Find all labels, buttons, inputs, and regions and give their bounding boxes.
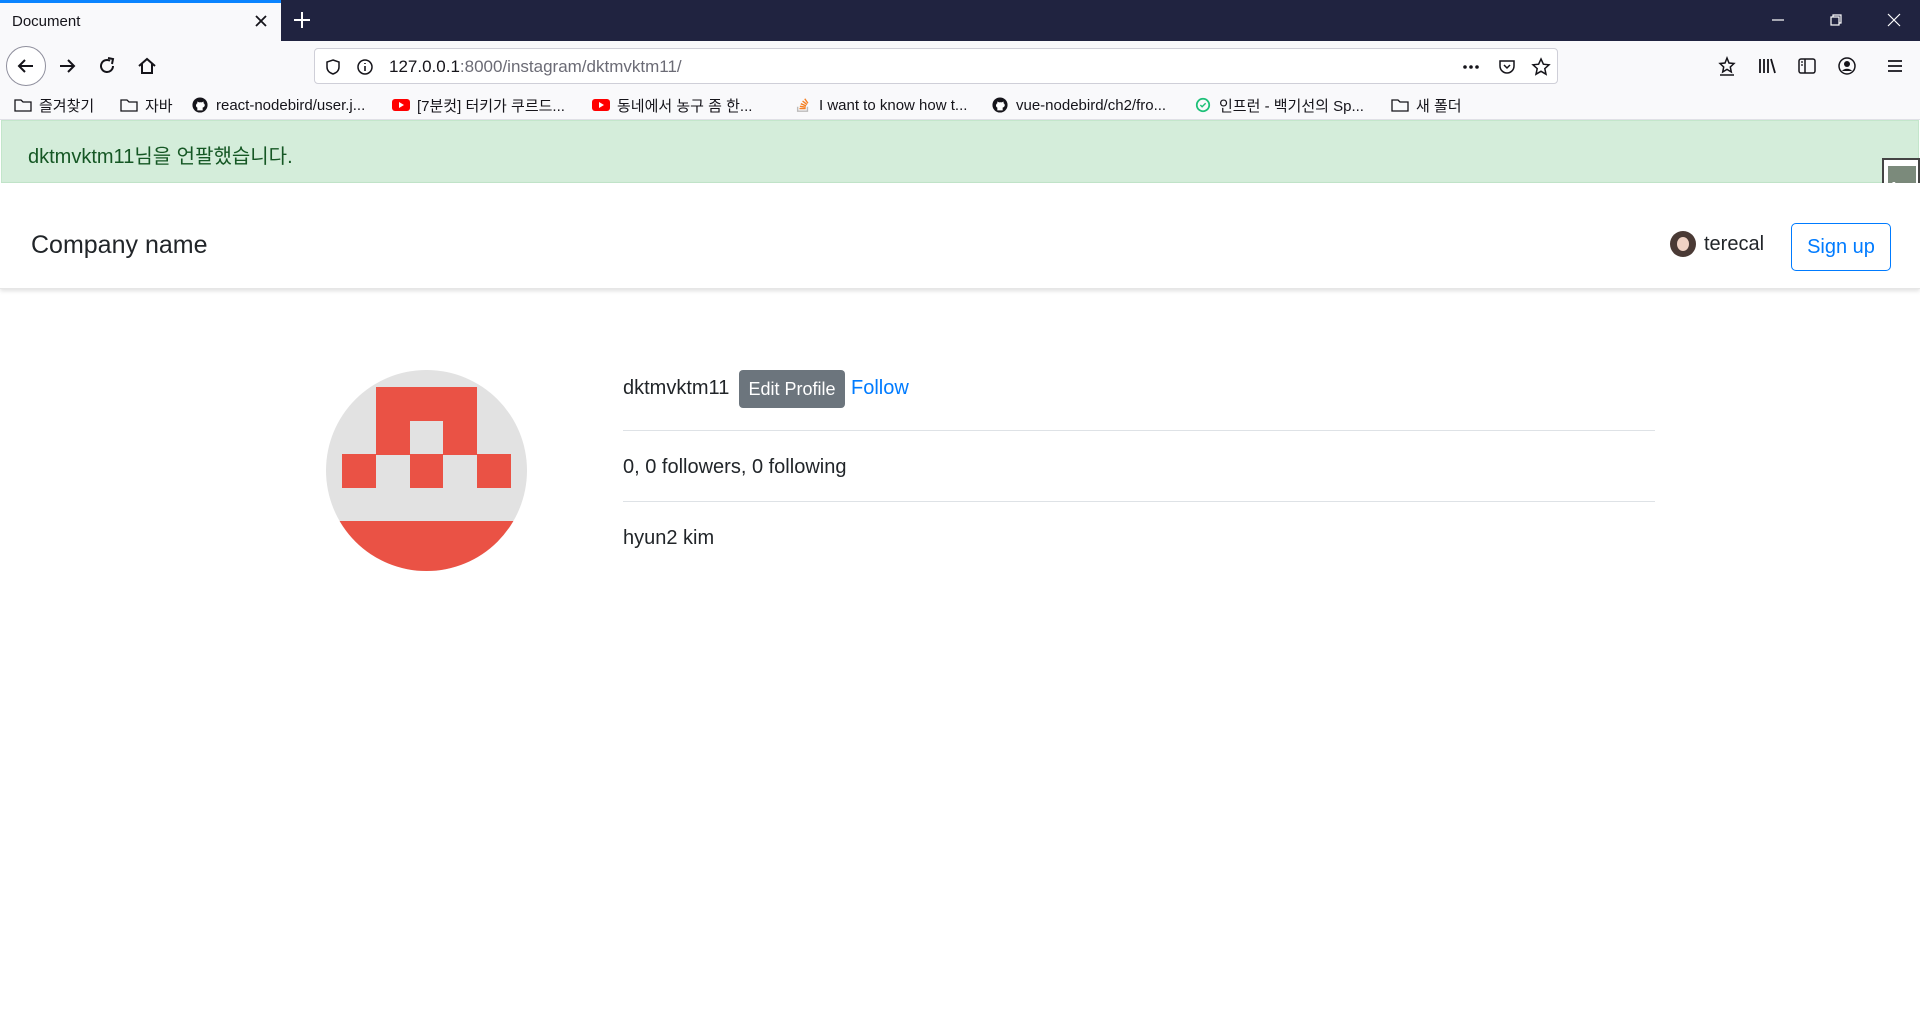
address-bar[interactable]: 127.0.0.1:8000/instagram/dktmvktm11/ (314, 48, 1558, 84)
new-tab-icon[interactable] (290, 8, 314, 32)
folder-icon (120, 99, 138, 112)
site-header: Company name terecal Sign up (0, 183, 1920, 289)
youtube-icon (392, 99, 410, 111)
sign-up-button[interactable]: Sign up (1791, 223, 1891, 271)
bookmark-item[interactable]: 새 폴더 (1391, 94, 1462, 116)
folder-icon (1391, 99, 1409, 112)
reload-button[interactable] (90, 49, 124, 83)
brand-name[interactable]: Company name (31, 231, 207, 260)
close-window-icon[interactable] (1884, 10, 1904, 30)
current-username: terecal (1704, 232, 1765, 255)
forward-button[interactable] (50, 49, 84, 83)
github-icon (192, 97, 208, 113)
stackoverflow-icon (796, 98, 809, 112)
pocket-icon[interactable] (1497, 57, 1517, 77)
divider (623, 501, 1655, 502)
profile-avatar (326, 370, 527, 571)
folder-icon (14, 99, 32, 112)
github-icon (992, 97, 1008, 113)
follow-counts: 0, 0 followers, 0 following (623, 456, 847, 478)
profile-username: dktmvktm11 (623, 377, 730, 399)
bookmark-item[interactable]: vue-nodebird/ch2/fro... (991, 94, 1166, 116)
minimize-icon[interactable] (1768, 10, 1788, 30)
bookmark-label: vue-nodebird/ch2/fro... (1016, 96, 1167, 114)
identicon-block (342, 454, 376, 488)
tab-title: Document (12, 13, 81, 30)
back-arrow-icon (17, 59, 33, 73)
bookmark-item[interactable]: 동네에서 농구 좀 한... (592, 94, 752, 116)
navigation-toolbar: 127.0.0.1:8000/instagram/dktmvktm11/ (0, 41, 1920, 90)
identicon-block (477, 454, 511, 488)
back-button[interactable] (6, 46, 46, 86)
url-text[interactable]: 127.0.0.1:8000/instagram/dktmvktm11/ (389, 57, 682, 77)
bookmark-label: 동네에서 농구 좀 한... (617, 97, 753, 115)
forward-arrow-icon (60, 59, 76, 73)
site-info-icon[interactable] (355, 57, 375, 77)
bookmark-label: react-nodebird/user.j... (216, 96, 366, 114)
bookmark-item[interactable]: 자바 (120, 94, 173, 116)
close-tab-icon[interactable] (251, 11, 271, 31)
bookmark-label: 인프런 - 백기선의 Sp... (1219, 97, 1364, 115)
hamburger-menu-icon[interactable] (1884, 55, 1906, 77)
identicon-block (376, 421, 410, 455)
bookmarks-menu-icon[interactable] (1716, 55, 1738, 77)
browser-tab[interactable]: Document (0, 0, 281, 41)
bookmarks-toolbar: 즐겨찾기 자바 react-nodebird/user.j... [7분컷] 터… (0, 90, 1920, 120)
bookmark-item[interactable]: 즐겨찾기 (14, 94, 94, 116)
restore-icon[interactable] (1826, 10, 1846, 30)
sidebar-toggle-icon[interactable] (1796, 55, 1818, 77)
flash-message: dktmvktm11님을 언팔했습니다. (1, 120, 1919, 183)
tab-strip: Document (0, 0, 1920, 41)
user-avatar (1670, 231, 1696, 257)
url-path: :8000/instagram/dktmvktm11/ (459, 57, 682, 76)
reload-icon (100, 57, 115, 73)
account-icon[interactable] (1836, 55, 1858, 77)
bookmark-label: 자바 (145, 97, 173, 115)
follow-link[interactable]: Follow (851, 377, 909, 400)
bookmark-label: I want to know how t... (819, 96, 968, 114)
page-actions-icon[interactable] (1461, 57, 1481, 77)
identicon-block (376, 387, 477, 421)
bookmark-item[interactable]: react-nodebird/user.j... (191, 94, 365, 116)
bookmark-item[interactable]: [7분컷] 터키가 쿠르드... (392, 94, 565, 116)
url-host: 127.0.0.1 (389, 57, 460, 76)
library-icon[interactable] (1756, 55, 1778, 77)
flash-message-text: dktmvktm11님을 언팔했습니다. (28, 146, 293, 168)
inflearn-icon (1195, 97, 1211, 113)
home-icon (138, 57, 156, 74)
bookmark-label: 새 폴더 (1416, 97, 1462, 115)
youtube-icon (592, 99, 610, 111)
edit-profile-button[interactable]: Edit Profile (739, 370, 845, 408)
bookmark-star-icon[interactable] (1531, 57, 1551, 77)
identicon-block (326, 521, 527, 571)
divider (623, 430, 1655, 431)
identicon-block (410, 454, 443, 488)
bookmark-label: [7분컷] 터키가 쿠르드... (417, 97, 565, 115)
current-user[interactable]: terecal (1670, 231, 1764, 257)
home-button[interactable] (130, 49, 164, 83)
identicon-block (443, 421, 477, 455)
bookmark-label: 즐겨찾기 (39, 97, 95, 115)
bookmark-item[interactable]: 인프런 - 백기선의 Sp... (1194, 94, 1364, 116)
bookmark-item[interactable]: I want to know how t... (794, 94, 967, 116)
profile-full-name: hyun2 kim (623, 527, 715, 549)
tracking-shield-icon[interactable] (323, 57, 343, 77)
